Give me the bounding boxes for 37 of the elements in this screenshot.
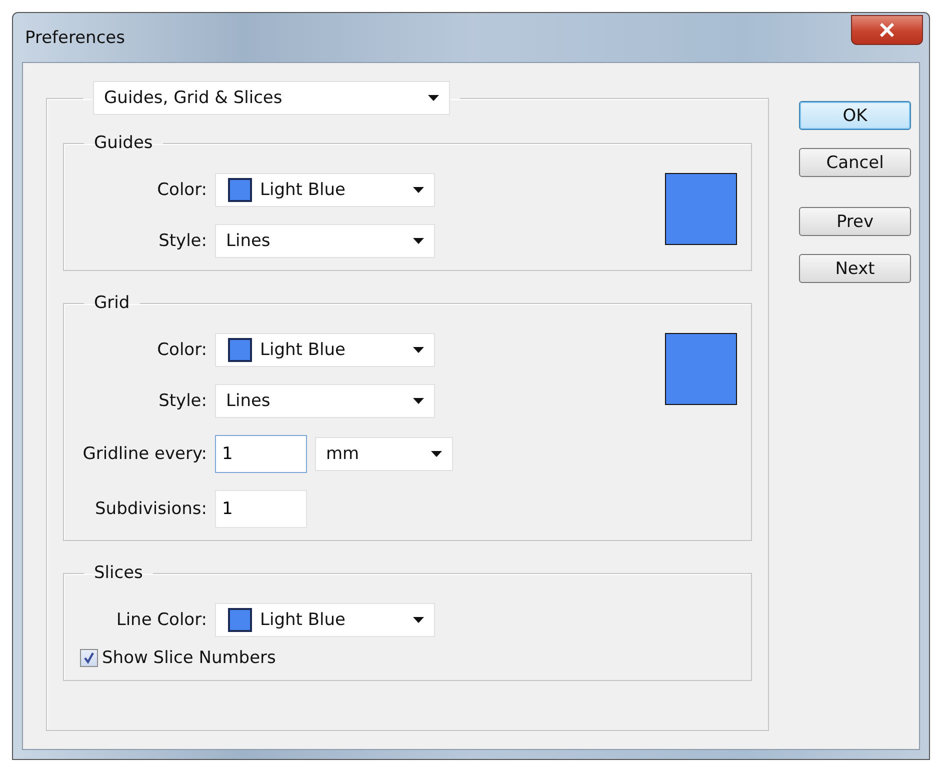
caret-icon [413,347,424,353]
style-dropdown[interactable]: Lines [215,384,435,418]
close-icon [879,23,895,37]
caret-icon [413,187,424,193]
caret-icon [428,95,439,101]
field-label: Color: [156,180,207,200]
dialog-button[interactable]: Prev [799,207,911,236]
checkbox[interactable] [80,649,98,667]
field-label: Style: [158,391,207,411]
input-field[interactable]: 1 [215,490,307,528]
field-label: Subdivisions: [94,499,207,519]
caret-icon [413,398,424,404]
group-title: Slices [94,563,143,583]
color-preview[interactable] [665,333,737,405]
dialog-button[interactable]: Cancel [799,148,911,177]
color-dropdown[interactable]: Light Blue [215,333,435,367]
field-label: Line Color: [115,610,207,630]
caret-icon [413,617,424,623]
dialog-button[interactable]: OK [799,101,911,130]
caret-icon [431,451,442,457]
field-label: Style: [158,231,207,251]
caret-icon [413,238,424,244]
color-preview[interactable] [665,173,737,245]
group-title: Guides [94,133,153,153]
section-dropdown[interactable]: Guides, Grid & Slices [93,81,450,115]
group-title: Grid [94,293,130,313]
checkbox-label: Show Slice Numbers [102,648,276,668]
field-label: Gridline every: [82,444,207,464]
color-dropdown[interactable]: Light Blue [215,603,435,637]
field-label: Color: [156,340,207,360]
color-dropdown[interactable]: Light Blue [215,173,435,207]
unit-dropdown[interactable]: mm [315,437,453,471]
style-dropdown[interactable]: Lines [215,224,435,258]
input-field[interactable]: 1 [215,435,307,473]
dialog-button[interactable]: Next [799,254,911,283]
window-title: Preferences [25,28,125,48]
close-button[interactable] [851,15,923,45]
